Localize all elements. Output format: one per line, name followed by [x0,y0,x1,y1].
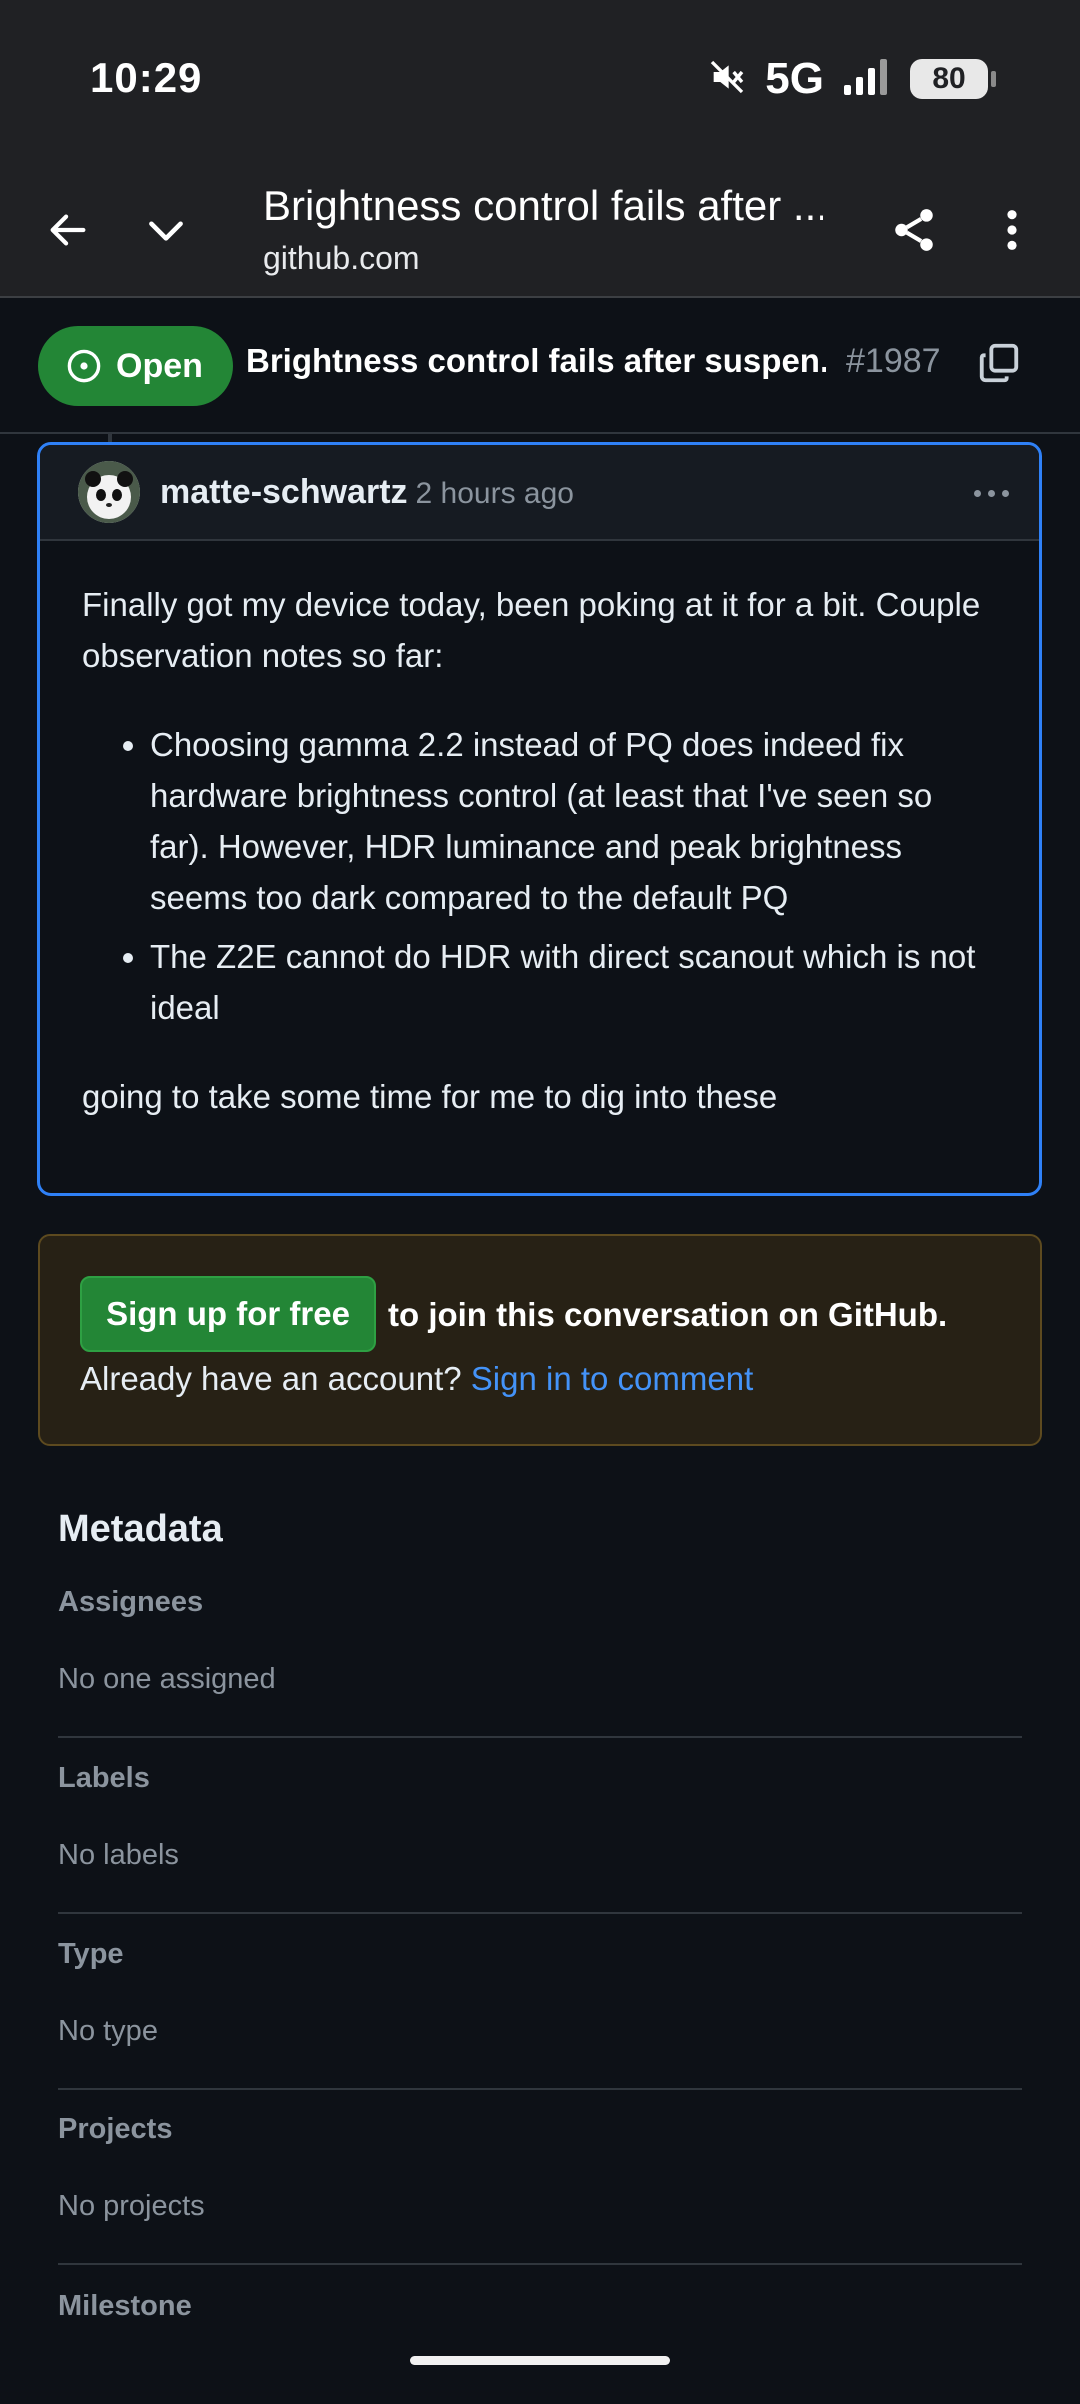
battery-icon: 80 [910,59,996,99]
mute-icon [707,57,747,102]
status-bar: 10:29 5G 80 [0,0,1080,160]
comment-paragraph: Finally got my device today, been poking… [82,586,981,674]
issue-open-icon [67,349,101,383]
metadata-value: No projects [58,2190,205,2222]
share-button[interactable] [874,190,954,270]
panda-avatar-icon [78,461,140,523]
metadata-label: Type [58,1938,124,1970]
metadata-projects: Projects No projects [58,2113,1022,2265]
signal-icon [842,57,892,102]
comment-options-button[interactable] [967,473,1015,513]
list-item: The Z2E cannot do HDR with direct scanou… [150,931,999,1033]
sign-in-question: Already have an account? [80,1360,462,1397]
issue-header: Open Brightness control fails after susp… [0,298,1080,434]
comment-author[interactable]: matte-schwartz 2 hours ago [160,473,574,512]
metadata-type: Type No type [58,1938,1022,2090]
metadata-heading: Metadata [58,1508,223,1550]
copy-link-button[interactable] [976,340,1022,391]
metadata-assignees: Assignees No one assigned [58,1586,1022,1738]
sign-in-link[interactable]: Sign in to comment [471,1360,753,1397]
browser-toolbar: Brightness control fails after ... githu… [0,160,1080,298]
status-time: 10:29 [90,54,203,101]
minimize-button[interactable] [126,190,206,270]
home-handle[interactable] [410,2356,670,2365]
avatar[interactable] [78,461,140,523]
more-menu-button[interactable] [972,190,1052,270]
list-item: Choosing gamma 2.2 instead of PQ does in… [150,719,999,923]
network-label: 5G [765,54,824,103]
issue-title: Brightness control fails after suspen... [246,342,826,379]
status-icons: 5G 80 [707,54,996,104]
back-button[interactable] [28,190,108,270]
comment-list: Choosing gamma 2.2 instead of PQ does in… [82,719,999,1033]
kebab-dot-icon [987,489,995,497]
metadata-labels: Labels No labels [58,1762,1022,1914]
metadata-label: Projects [58,2113,173,2145]
copy-icon [979,343,1019,383]
signup-prompt: to join this conversation on GitHub. [388,1296,948,1333]
page-title: Brightness control fails after ... [263,182,823,229]
metadata-value: No type [58,2015,158,2047]
metadata-value: No one assigned [58,1663,276,1695]
comment-card: matte-schwartz 2 hours ago Finally got my… [37,442,1042,1196]
sign-up-button[interactable]: Sign up for free [80,1276,376,1352]
back-arrow-icon [50,214,86,246]
kebab-dot-icon [1001,489,1009,497]
comment-paragraph: going to take some time for me to dig in… [82,1078,778,1115]
signup-banner: Sign up for free to join this conversati… [38,1234,1042,1446]
author-name[interactable]: matte-schwartz [160,473,408,511]
issue-number: #1987 [846,342,941,380]
sign-in-prompt: Already have an account? Sign in to comm… [80,1360,753,1398]
comment-body: Finally got my device today, been poking… [40,541,1039,1122]
comment-header: matte-schwartz 2 hours ago [40,445,1039,541]
metadata-label: Assignees [58,1586,204,1618]
share-icon [895,209,933,251]
metadata-value: No labels [58,1839,179,1871]
more-vertical-icon [1007,210,1017,250]
status-badge-label: Open [116,346,203,385]
kebab-dot-icon [973,489,981,497]
page-url: github.com [263,240,420,276]
status-badge: Open [38,326,233,406]
chevron-down-icon [149,221,183,241]
metadata-label: Labels [58,1762,150,1794]
comment-timestamp[interactable]: 2 hours ago [416,477,574,510]
gesture-nav-bar [0,2316,1080,2404]
